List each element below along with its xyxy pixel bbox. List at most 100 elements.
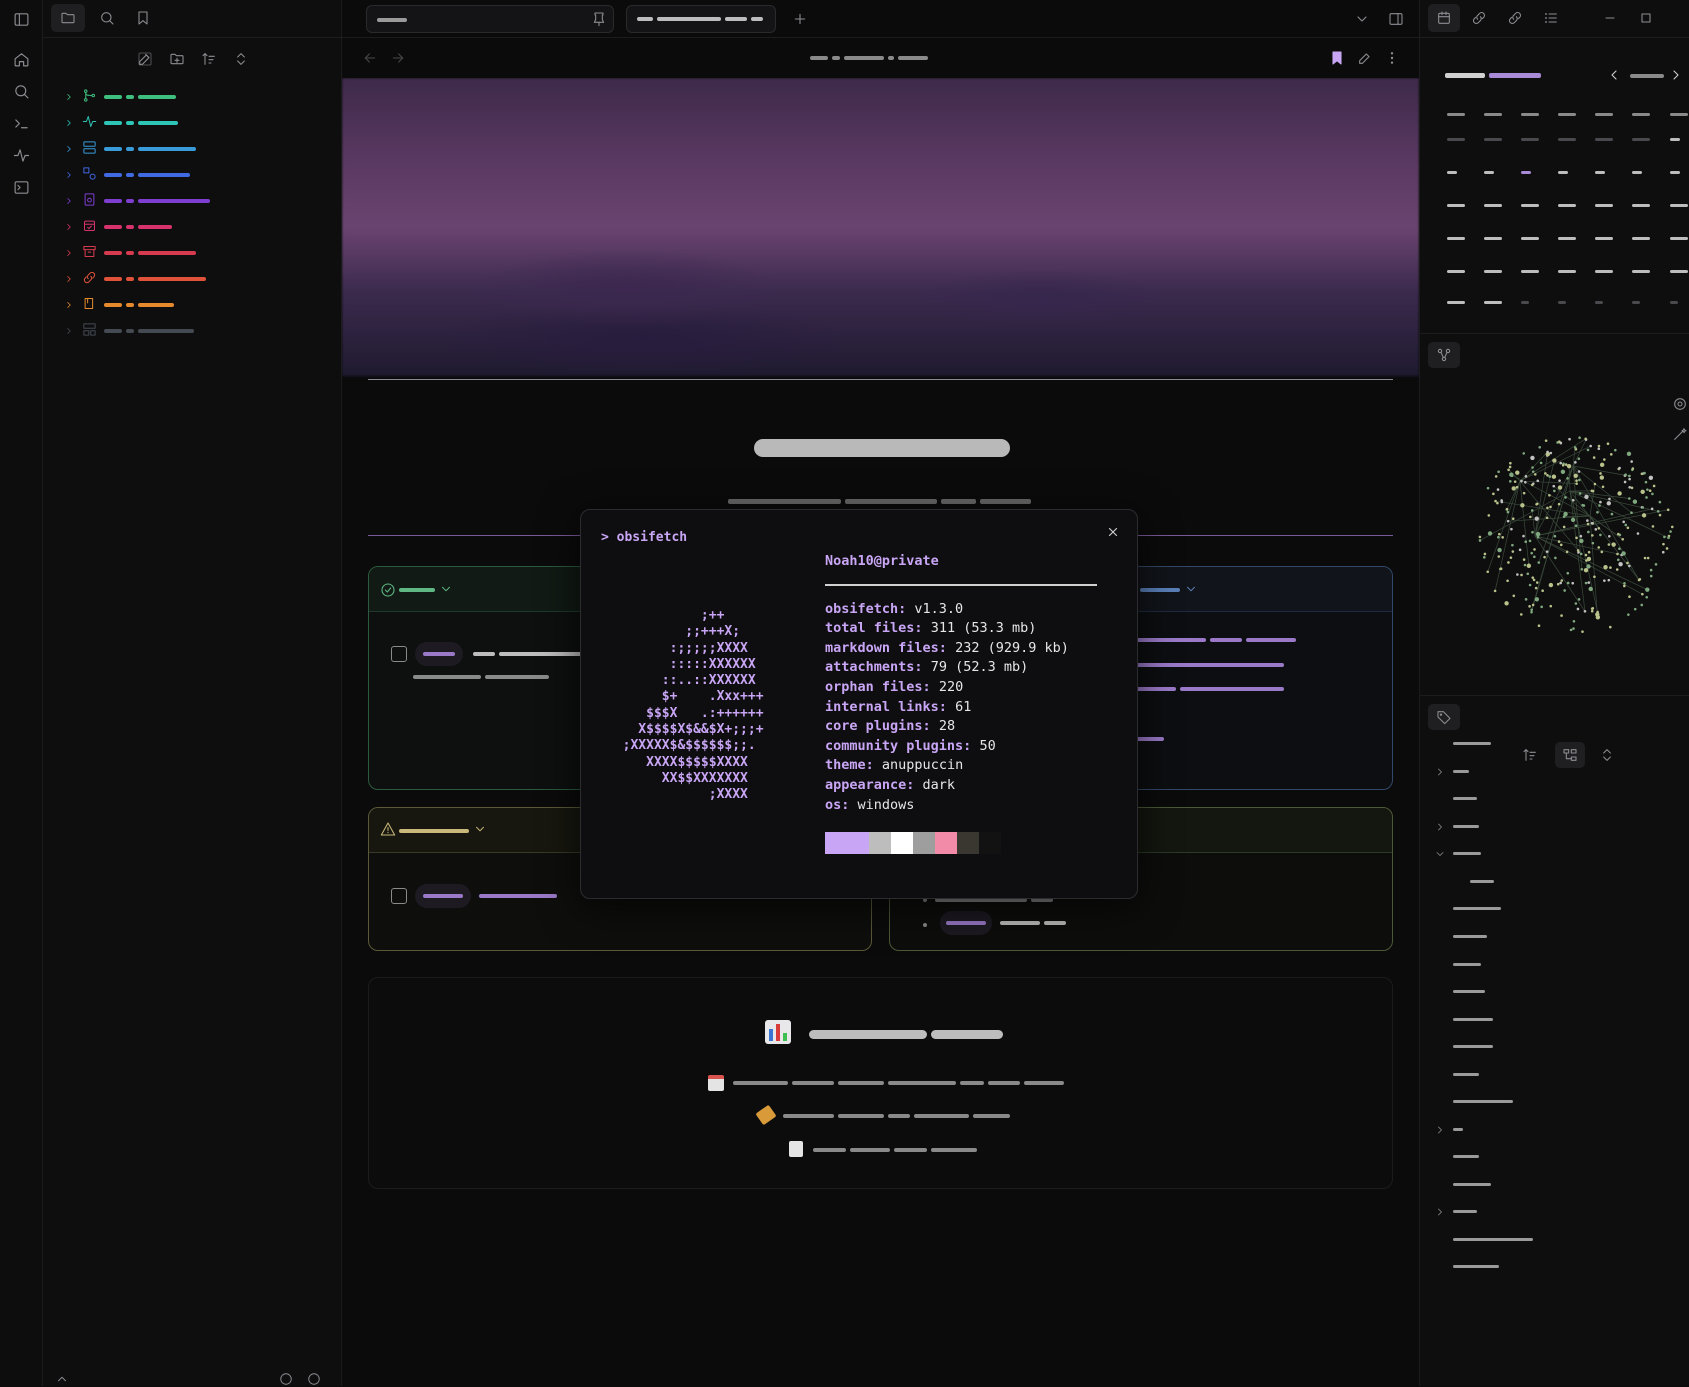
back-arrow-icon[interactable] [360,48,380,68]
graph-node[interactable] [1645,587,1649,591]
graph-node[interactable] [1531,466,1534,469]
graph-node[interactable] [1512,594,1515,597]
graph-node[interactable] [1567,582,1570,585]
graph-node[interactable] [1651,493,1654,496]
tag-item[interactable] [1453,1073,1479,1076]
graph-node[interactable] [1599,501,1602,504]
bookmark-icon[interactable] [129,4,157,32]
graph-node[interactable] [1558,485,1562,489]
graph-node[interactable] [1570,629,1573,632]
vault-switcher-icon[interactable] [55,1372,69,1386]
graph-node[interactable] [1552,475,1556,479]
calendar-day[interactable] [1595,237,1613,240]
graph-node[interactable] [1512,486,1516,490]
graph-node[interactable] [1628,475,1631,478]
graph-node[interactable] [1611,513,1614,516]
graph-node[interactable] [1532,470,1535,473]
graph-node[interactable] [1617,491,1621,495]
graph-node[interactable] [1549,583,1553,587]
graph-node[interactable] [1531,576,1534,579]
graph-node[interactable] [1538,624,1541,627]
prev-month-icon[interactable] [1606,66,1622,84]
graph-node[interactable] [1578,598,1581,601]
calendar-day[interactable] [1670,270,1688,273]
graph-node[interactable] [1585,559,1588,562]
calendar-day[interactable] [1632,171,1642,174]
graph-node[interactable] [1530,611,1533,614]
graph-node[interactable] [1649,489,1652,492]
graph-node[interactable] [1572,627,1575,630]
graph-node[interactable] [1642,513,1646,517]
tag-item[interactable] [1453,1045,1493,1048]
graph-node[interactable] [1540,606,1543,609]
graph-node[interactable] [1553,490,1556,493]
tab-active[interactable] [626,5,776,33]
graph-node[interactable] [1655,563,1658,566]
graph-node[interactable] [1592,542,1595,545]
help-icon[interactable] [279,1372,293,1386]
calendar-day[interactable] [1595,171,1605,174]
calendar-day[interactable] [1632,301,1640,304]
graph-node[interactable] [1645,481,1648,484]
graph-node[interactable] [1592,607,1595,610]
graph-node[interactable] [1578,470,1581,473]
graph-node[interactable] [1545,439,1548,442]
calendar-day[interactable] [1521,204,1539,207]
graph-node[interactable] [1549,605,1552,608]
graph-node[interactable] [1561,579,1564,582]
graph-node[interactable] [1525,598,1528,601]
calendar-day[interactable] [1595,270,1613,273]
graph-node[interactable] [1591,522,1594,525]
graph-node[interactable] [1587,449,1590,452]
calendar-day[interactable] [1632,204,1650,207]
folder-item[interactable] [63,138,196,160]
graph-node[interactable] [1596,611,1599,614]
graph-node[interactable] [1497,470,1500,473]
calendar-day[interactable] [1595,204,1613,207]
graph-node[interactable] [1561,470,1565,474]
tag-item[interactable] [1453,770,1469,773]
console-icon[interactable] [11,177,31,197]
graph-node[interactable] [1631,487,1634,490]
graph-node[interactable] [1558,503,1561,506]
graph-node[interactable] [1483,556,1486,559]
graph-node[interactable] [1524,564,1527,567]
graph-node[interactable] [1600,475,1604,479]
graph-node[interactable] [1659,514,1662,517]
minimize-icon[interactable] [1600,8,1620,28]
graph-node[interactable] [1488,531,1492,535]
graph-node[interactable] [1598,527,1601,530]
graph-node[interactable] [1624,473,1627,476]
graph-node[interactable] [1608,543,1611,546]
graph-node[interactable] [1627,452,1631,456]
graph-node[interactable] [1541,589,1544,592]
folder-item[interactable] [63,216,172,238]
folder-item[interactable] [63,294,174,316]
graph-node[interactable] [1603,565,1607,569]
graph-node[interactable] [1589,587,1593,591]
folder-item[interactable] [63,190,210,212]
graph-node[interactable] [1574,461,1577,464]
graph-node[interactable] [1645,496,1648,499]
calendar-day[interactable] [1484,270,1502,273]
graph-node[interactable] [1614,449,1617,452]
graph-node[interactable] [1575,537,1578,540]
graph-node[interactable] [1627,613,1630,616]
graph-node[interactable] [1611,542,1615,546]
graph-node[interactable] [1548,475,1551,478]
graph-node[interactable] [1504,601,1508,605]
graph-node[interactable] [1571,518,1575,522]
graph-node[interactable] [1512,517,1515,520]
graph-node[interactable] [1628,497,1631,500]
graph-node[interactable] [1546,550,1549,553]
calendar-day[interactable] [1521,270,1539,273]
search-icon[interactable] [11,81,31,101]
graph-node[interactable] [1494,500,1497,503]
graph-node[interactable] [1578,479,1581,482]
graph-node[interactable] [1659,501,1662,504]
graph-node[interactable] [1496,502,1499,505]
graph-node[interactable] [1497,536,1500,539]
graph-node[interactable] [1506,579,1509,582]
graph-node[interactable] [1607,579,1610,582]
calendar-day[interactable] [1670,171,1680,174]
